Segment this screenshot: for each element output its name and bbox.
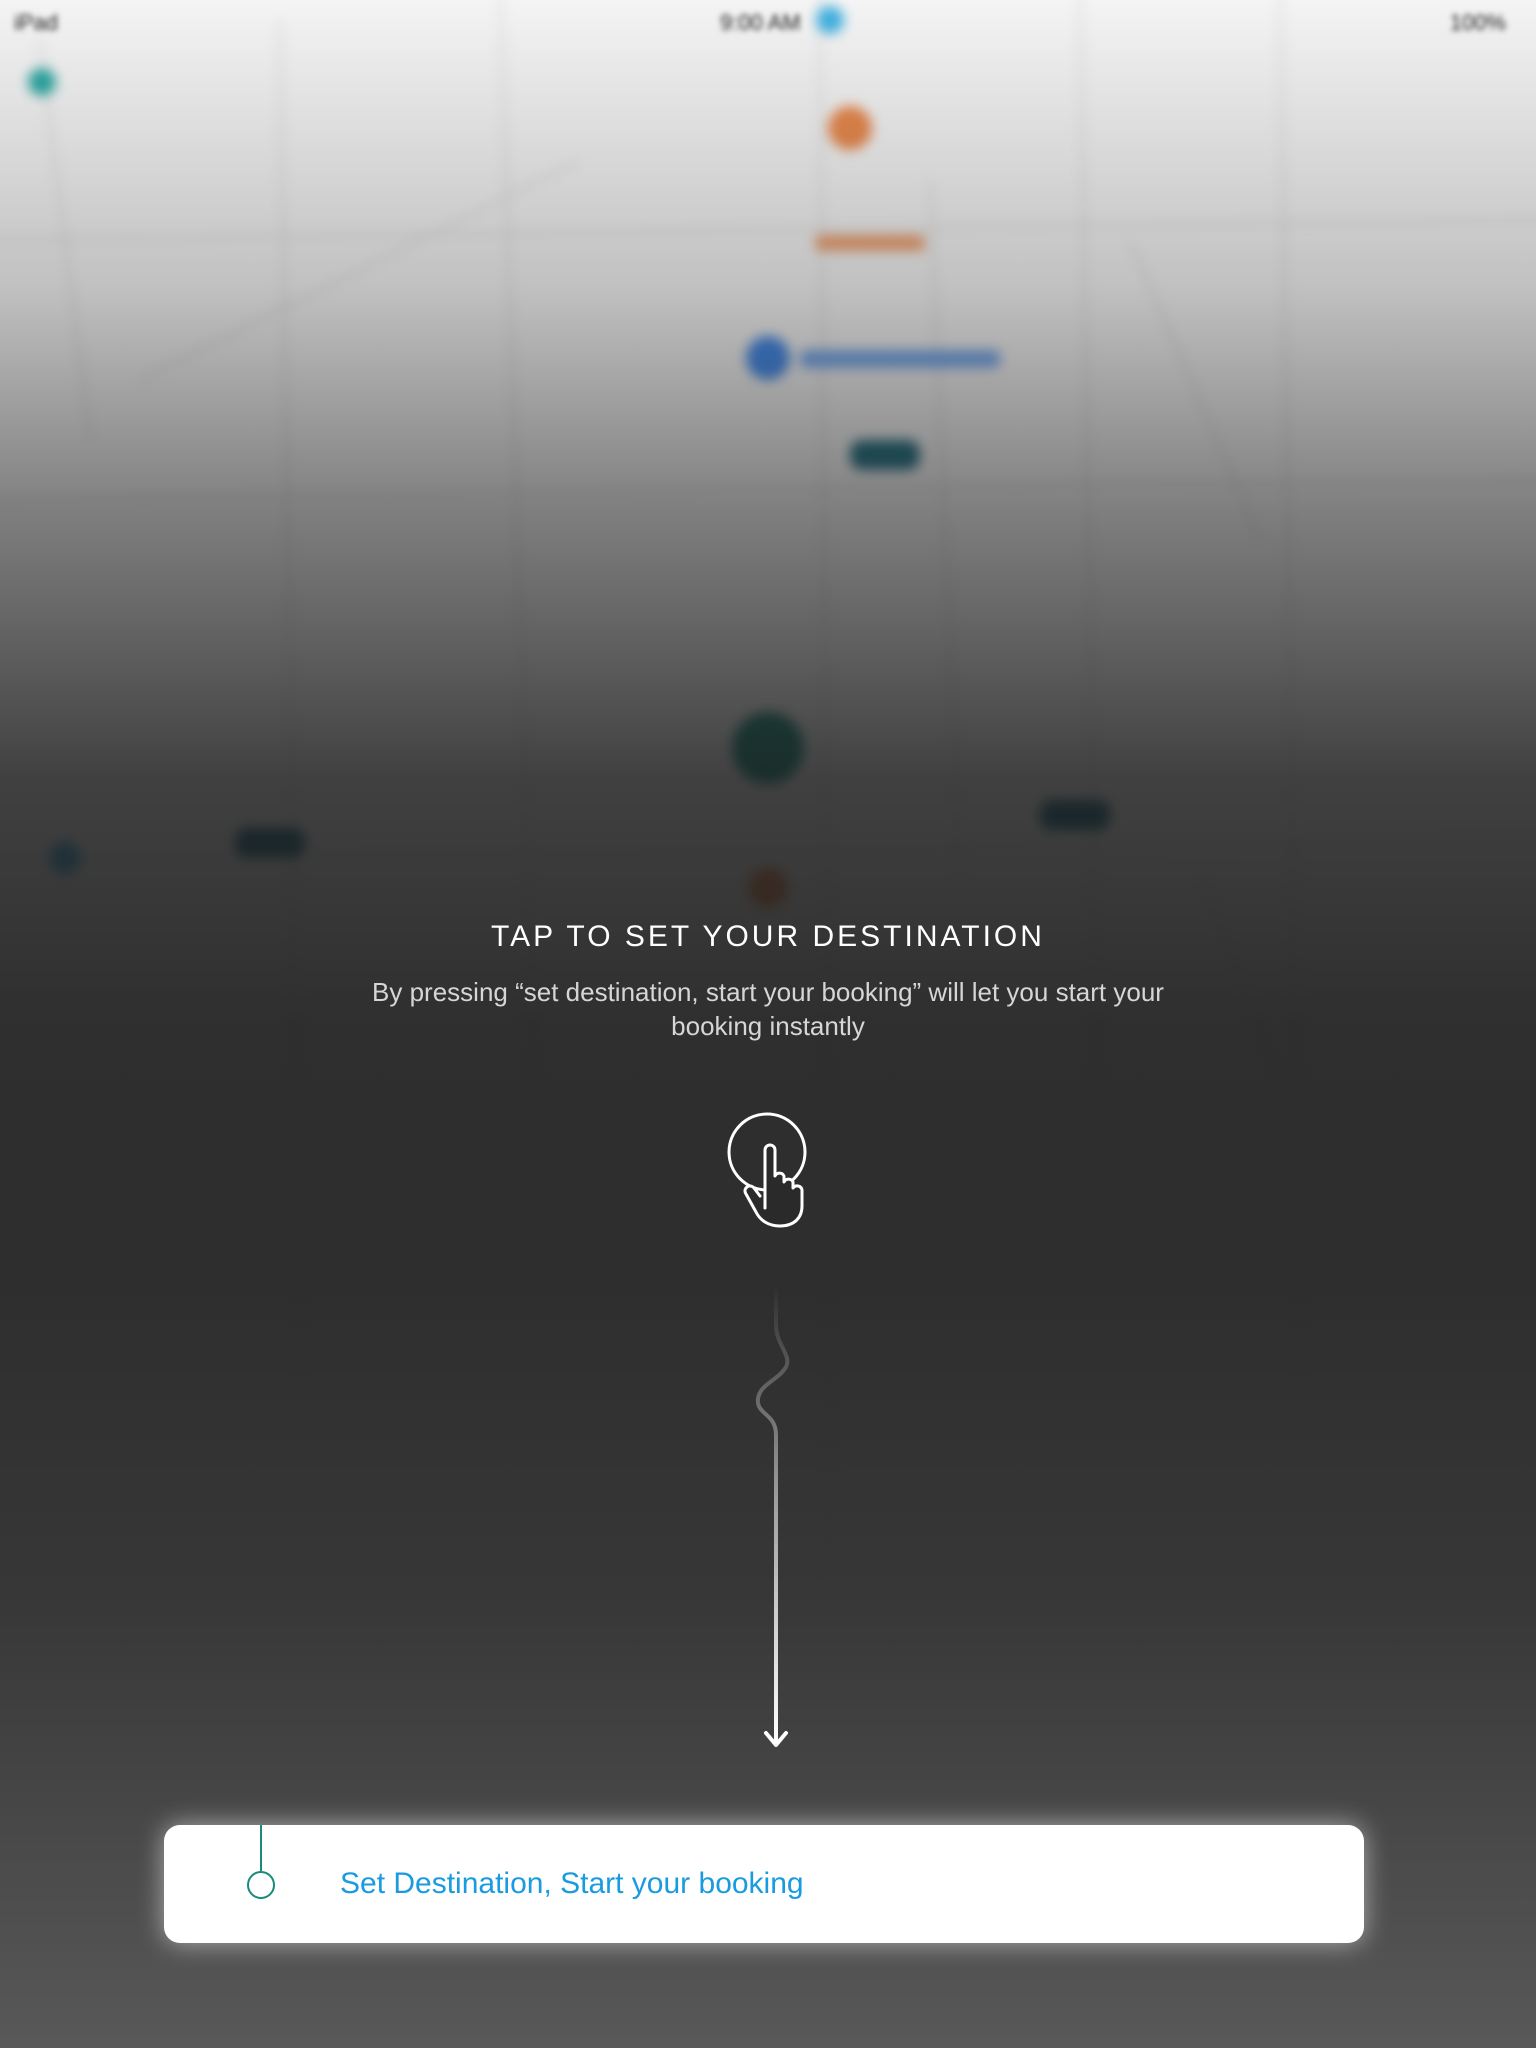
guide-arrow	[740, 1283, 800, 1760]
coach-description: By pressing “set destination, start your…	[372, 977, 1164, 1041]
tap-gesture-icon	[724, 1108, 814, 1233]
status-bar: iPad 9:00 AM 100%	[0, 0, 1536, 44]
app-screen: iPad 9:00 AM 100% TAP TO SET YOUR DESTIN…	[0, 0, 1536, 2048]
coach-title: TAP TO SET YOUR DESTINATION	[491, 920, 1045, 953]
status-time: 9:00 AM	[720, 10, 801, 35]
set-destination-button[interactable]: Set Destination, Start your booking	[164, 1825, 1364, 1943]
destination-marker-icon	[247, 1825, 275, 1899]
battery-level: 100%	[1449, 10, 1506, 35]
set-destination-label: Set Destination, Start your booking	[340, 1867, 804, 1900]
carrier-label: iPad	[14, 10, 59, 35]
